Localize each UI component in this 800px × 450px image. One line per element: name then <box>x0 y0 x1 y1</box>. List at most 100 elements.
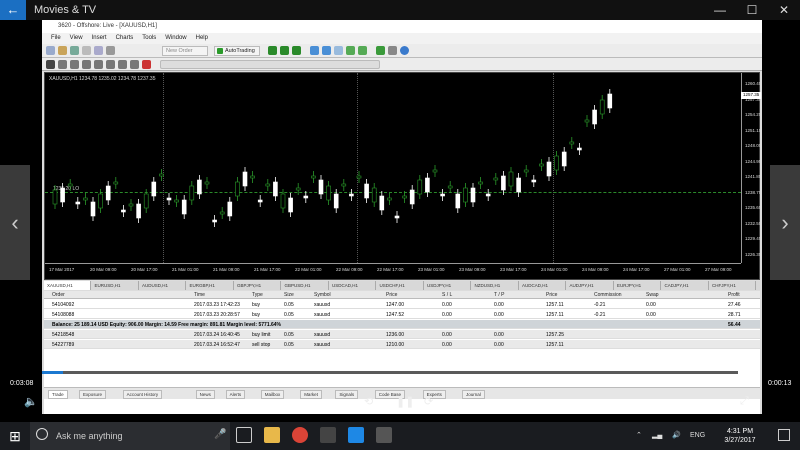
templates-icon[interactable] <box>400 46 409 55</box>
symbol-tab[interactable]: EURGBP,H1 <box>187 281 234 290</box>
maximize-button[interactable]: ☐ <box>736 0 768 20</box>
price-tick: 1251.15 <box>745 127 762 133</box>
fullscreen-icon[interactable]: ⤢ <box>740 395 749 408</box>
autoscroll-icon[interactable] <box>346 46 355 55</box>
movies-tv-icon[interactable] <box>376 427 392 443</box>
symbol-tab[interactable]: USDJPY,H1 <box>424 281 471 290</box>
chrome-icon[interactable] <box>292 427 308 443</box>
pause-icon[interactable]: ❚❚ <box>396 395 414 408</box>
next-arrow[interactable]: › <box>770 165 800 280</box>
symbol-tab[interactable]: AUDCAD,H1 <box>519 281 566 290</box>
mt4-taskbar-icon[interactable] <box>320 427 336 443</box>
speaker-icon[interactable]: 🔊 <box>672 431 681 439</box>
symbol-tab[interactable]: USDCHF,H1 <box>377 281 424 290</box>
column-header[interactable]: Order <box>52 292 65 298</box>
zoom-out-icon[interactable] <box>322 46 331 55</box>
tile-windows-icon[interactable] <box>334 46 343 55</box>
trendline-icon[interactable] <box>94 60 103 69</box>
column-header[interactable]: Profit <box>728 292 740 298</box>
symbol-tab[interactable]: XAUUSD,H1 <box>44 281 91 290</box>
skip-forward-icon[interactable]: ⟳ <box>424 395 433 408</box>
price-tick: 1260.45 <box>745 81 762 86</box>
navigator-icon[interactable] <box>82 46 91 55</box>
menu-item-charts[interactable]: Charts <box>116 35 134 41</box>
fibonacci-icon[interactable] <box>118 60 127 69</box>
horizontal-line-icon[interactable] <box>82 60 91 69</box>
symbol-tab[interactable]: GBPUSD,H1 <box>282 281 329 290</box>
price-chart[interactable]: XAUUSD,H1 1234.78 1235.02 1234.78 1237.3… <box>44 72 762 280</box>
close-button[interactable]: ✕ <box>768 0 800 20</box>
zoom-in-icon[interactable] <box>310 46 319 55</box>
menu-item-tools[interactable]: Tools <box>142 35 156 41</box>
vertical-line-icon[interactable] <box>70 60 79 69</box>
task-view-icon[interactable] <box>236 427 252 443</box>
network-icon[interactable]: ▂▄ <box>652 431 662 439</box>
autotrading-button[interactable]: AutoTrading <box>214 46 260 56</box>
language-indicator[interactable]: ENG <box>690 432 705 439</box>
bar-chart-icon[interactable] <box>268 46 277 55</box>
symbol-tab[interactable]: EURJPY,H1 <box>614 281 661 290</box>
order-cell: 1257.11 <box>546 342 564 348</box>
column-header[interactable]: Type <box>252 292 263 298</box>
periods-icon[interactable] <box>388 46 397 55</box>
column-header[interactable]: Price <box>386 292 397 298</box>
line-chart-icon[interactable] <box>292 46 301 55</box>
symbol-tab[interactable]: EURUSD,H1 <box>92 281 139 290</box>
terminal-icon[interactable] <box>94 46 103 55</box>
remaining-time: 0:00:13 <box>768 380 792 387</box>
order-cell: 0.00 <box>646 302 656 308</box>
seek-bar[interactable] <box>42 371 738 374</box>
symbol-tab[interactable]: AUDJPY,H1 <box>567 281 614 290</box>
file-explorer-icon[interactable] <box>264 427 280 443</box>
minimize-button[interactable]: — <box>704 0 736 20</box>
skip-back-icon[interactable]: ⟲ <box>364 395 373 408</box>
cursor-icon[interactable] <box>46 60 55 69</box>
notifications-icon[interactable] <box>778 429 790 441</box>
symbol-tab[interactable]: NZDUSD,H1 <box>472 281 519 290</box>
channel-icon[interactable] <box>106 60 115 69</box>
back-button[interactable]: ← <box>0 0 26 20</box>
symbol-tab[interactable]: USDCAD,H1 <box>329 281 376 290</box>
order-row[interactable]: 54104092 2017.03.23 17:42:23 buy 0.05 xauusd… <box>44 300 760 309</box>
menu-item-view[interactable]: View <box>70 35 83 41</box>
column-header[interactable]: Swap <box>646 292 659 298</box>
tester-icon[interactable] <box>106 46 115 55</box>
new-chart-icon[interactable] <box>46 46 55 55</box>
column-header[interactable]: Price <box>546 292 557 298</box>
market-watch-icon[interactable] <box>70 46 79 55</box>
column-header[interactable]: Size <box>284 292 294 298</box>
column-header[interactable]: Commission <box>594 292 622 298</box>
column-header[interactable]: S / L <box>442 292 452 298</box>
candlestick-icon[interactable] <box>280 46 289 55</box>
open-folder-icon[interactable] <box>58 46 67 55</box>
column-header[interactable]: Time <box>194 292 205 298</box>
indicators-icon[interactable] <box>376 46 385 55</box>
arrows-icon[interactable] <box>142 60 151 69</box>
text-tool-icon[interactable] <box>130 60 139 69</box>
microphone-icon[interactable]: 🎤 <box>214 429 226 440</box>
order-row[interactable]: 54218548 2017.03.24 16:40:45 buy limit 0.05… <box>44 330 760 339</box>
symbol-tab[interactable]: AUDUSD,H1 <box>139 281 186 290</box>
column-header[interactable]: Symbol <box>314 292 331 298</box>
timeframe-toolbar[interactable] <box>160 60 380 69</box>
menu-item-help[interactable]: Help <box>196 35 208 41</box>
previous-arrow[interactable]: ‹ <box>0 165 30 280</box>
tray-chevron-icon[interactable]: ⌃ <box>636 431 642 439</box>
menu-item-file[interactable]: File <box>51 35 61 41</box>
symbol-tab[interactable]: GBPJPY,H1 <box>234 281 281 290</box>
order-row[interactable]: 54108088 2017.03.23 20:28:57 buy 0.05 xauusd… <box>44 310 760 319</box>
taskbar-clock[interactable]: 4:31 PM 3/27/2017 <box>710 427 770 445</box>
order-row[interactable]: 54227789 2017.03.24 16:52:47 sell stop 0.05… <box>44 340 760 349</box>
crosshair-icon[interactable] <box>58 60 67 69</box>
menu-item-insert[interactable]: Insert <box>92 35 107 41</box>
new-order-button[interactable]: New Order <box>162 46 208 56</box>
cortana-search[interactable]: Ask me anything 🎤 <box>30 422 230 450</box>
menu-item-window[interactable]: Window <box>165 35 186 41</box>
symbol-tab[interactable]: CADJPY,H1 <box>662 281 709 290</box>
start-button[interactable]: ⊞ <box>0 422 30 450</box>
chart-shift-icon[interactable] <box>358 46 367 55</box>
skype-icon[interactable] <box>348 427 364 443</box>
volume-icon[interactable]: 🔈 <box>24 395 38 408</box>
column-header[interactable]: T / P <box>494 292 504 298</box>
symbol-tab[interactable]: CHFJPY,H1 <box>709 281 756 290</box>
